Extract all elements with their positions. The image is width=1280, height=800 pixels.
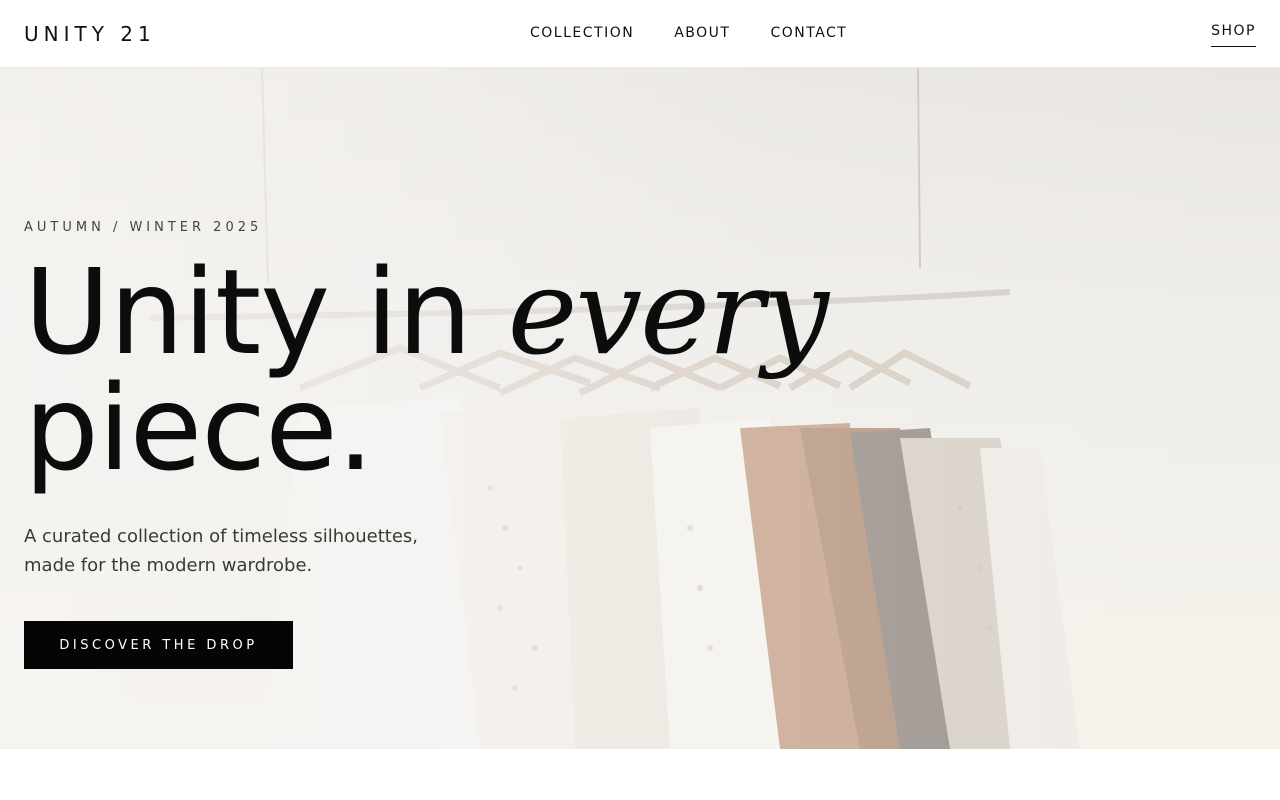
hero-section: AUTUMN / WINTER 2025 Unity in every piec… (0, 68, 1280, 749)
hero-description: A curated collection of timeless silhoue… (24, 522, 484, 580)
brand-logo[interactable]: UNITY 21 (24, 20, 156, 48)
site-header: UNITY 21 COLLECTION ABOUT CONTACT SHOP (0, 0, 1280, 68)
season-label: AUTUMN / WINTER 2025 (24, 220, 263, 235)
headline-text-line2: piece. (24, 359, 374, 497)
hero-description-line1: A curated collection of timeless silhoue… (24, 526, 418, 547)
headline-emphasis: every (507, 243, 829, 381)
main-nav: COLLECTION ABOUT CONTACT (530, 24, 847, 42)
nav-item-contact[interactable]: CONTACT (770, 24, 847, 42)
content-below-hero (0, 749, 1280, 800)
hero-description-line2: made for the modern wardrobe. (24, 555, 313, 576)
discover-the-drop-button[interactable]: DISCOVER THE DROP (24, 621, 293, 669)
hero-headline: Unity in every piece. (24, 253, 1024, 487)
nav-item-about[interactable]: ABOUT (674, 24, 730, 42)
shop-link[interactable]: SHOP (1211, 22, 1256, 47)
nav-item-collection[interactable]: COLLECTION (530, 24, 634, 42)
